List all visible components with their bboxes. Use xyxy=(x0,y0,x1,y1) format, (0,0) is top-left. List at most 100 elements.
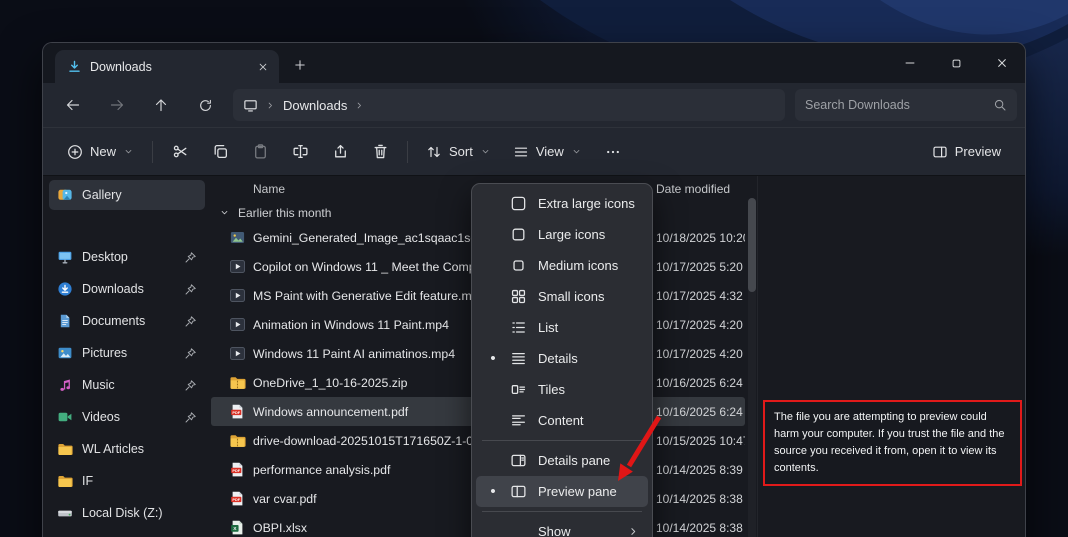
menu-item-label: Show xyxy=(538,524,627,537)
view-menu: Extra large iconsLarge iconsMedium icons… xyxy=(471,183,653,537)
sidebar-item-documents[interactable]: Documents xyxy=(49,306,205,336)
view-icon xyxy=(513,144,529,160)
minimize-button[interactable] xyxy=(887,43,933,83)
view-menu-item-details[interactable]: •Details xyxy=(476,343,648,374)
video-file-icon xyxy=(229,258,246,275)
pin-icon xyxy=(184,283,197,296)
sidebar-item-label: Pictures xyxy=(82,346,127,360)
chevron-down-icon xyxy=(480,146,491,157)
file-date-modified: 10/17/2025 4:20 xyxy=(656,318,745,332)
drive-icon xyxy=(57,505,73,521)
pin-icon xyxy=(184,411,197,424)
search-placeholder: Search Downloads xyxy=(805,98,910,112)
toolbar-separator xyxy=(407,141,408,163)
sidebar-item-videos[interactable]: Videos xyxy=(49,402,205,432)
preview-pane-icon xyxy=(932,144,948,160)
view-menu-item-details-pane[interactable]: Details pane xyxy=(476,445,648,476)
back-button[interactable] xyxy=(51,89,95,121)
downloads-icon xyxy=(57,281,73,297)
view-menu-item-show[interactable]: Show xyxy=(476,516,648,537)
sort-icon xyxy=(426,144,442,160)
file-date-modified: 10/18/2025 10:20 xyxy=(656,231,745,245)
small-icons-icon xyxy=(510,288,527,305)
breadcrumb-location[interactable]: Downloads xyxy=(283,98,347,113)
no-icon xyxy=(510,523,527,537)
cut-button[interactable] xyxy=(161,134,199,170)
view-menu-item-list[interactable]: List xyxy=(476,312,648,343)
image-file-icon xyxy=(229,229,246,246)
sidebar-item-wl-articles[interactable]: WL Articles xyxy=(49,434,205,464)
file-date-modified: 10/14/2025 8:38 xyxy=(656,521,745,535)
more-dots-icon xyxy=(605,144,621,160)
scrollbar[interactable] xyxy=(748,198,756,537)
svg-text:PDF: PDF xyxy=(232,498,240,502)
delete-button[interactable] xyxy=(361,134,399,170)
sidebar-item-gallery[interactable]: Gallery xyxy=(49,180,205,210)
view-menu-item-preview-pane[interactable]: •Preview pane xyxy=(476,476,648,507)
sidebar-item-desktop[interactable]: Desktop xyxy=(49,242,205,272)
sort-button[interactable]: Sort xyxy=(416,134,501,170)
rename-button[interactable] xyxy=(281,134,319,170)
view-button[interactable]: View xyxy=(503,134,592,170)
pin-icon xyxy=(184,379,197,392)
tiles-view-icon xyxy=(510,381,527,398)
menu-item-label: Content xyxy=(538,413,640,428)
sidebar-item-label: Videos xyxy=(82,410,120,424)
sidebar-item-local-disk-z[interactable]: Local Disk (Z:) xyxy=(49,498,205,528)
list-view-icon xyxy=(510,319,527,336)
maximize-button[interactable] xyxy=(933,43,979,83)
new-button[interactable]: New xyxy=(57,134,144,170)
view-menu-item-medium-icons[interactable]: Medium icons xyxy=(476,250,648,281)
forward-button[interactable] xyxy=(95,89,139,121)
sidebar-item-pictures[interactable]: Pictures xyxy=(49,338,205,368)
view-menu-item-small-icons[interactable]: Small icons xyxy=(476,281,648,312)
column-header-date-modified[interactable]: Date modified xyxy=(656,182,730,196)
paste-button[interactable] xyxy=(241,134,279,170)
tab-close-button[interactable] xyxy=(253,57,273,77)
more-options-button[interactable] xyxy=(594,134,632,170)
new-tab-button[interactable] xyxy=(287,52,313,78)
sidebar-item-label: Local Disk (Z:) xyxy=(82,506,163,520)
group-label: Earlier this month xyxy=(238,206,331,220)
command-bar: New Sort View xyxy=(43,127,1025,175)
sidebar-item-downloads[interactable]: Downloads xyxy=(49,274,205,304)
pdf-file-icon: PDF xyxy=(229,403,246,420)
svg-text:PDF: PDF xyxy=(232,469,240,473)
scrollbar-thumb[interactable] xyxy=(748,198,756,292)
screenshot-stage: Downloads Downloads Search Downlo xyxy=(0,0,1068,537)
chevron-right-icon xyxy=(265,100,276,111)
new-label: New xyxy=(90,144,116,159)
gallery-icon xyxy=(57,187,73,203)
copy-button[interactable] xyxy=(201,134,239,170)
menu-item-label: Small icons xyxy=(538,289,640,304)
file-date-modified: 10/16/2025 6:24 xyxy=(656,376,745,390)
tab-downloads[interactable]: Downloads xyxy=(55,50,279,83)
preview-label: Preview xyxy=(955,144,1001,159)
medium-icons-icon xyxy=(510,257,527,274)
sidebar-item-label: Gallery xyxy=(82,188,122,202)
delete-icon xyxy=(372,143,389,160)
up-button[interactable] xyxy=(139,89,183,121)
details-pane-icon xyxy=(510,452,527,469)
sidebar-item-music[interactable]: Music xyxy=(49,370,205,400)
downloads-tab-icon xyxy=(67,59,82,74)
file-date-modified: 10/17/2025 4:32 xyxy=(656,289,745,303)
selected-radio-dot: • xyxy=(476,483,510,500)
view-menu-item-extra-large-icons[interactable]: Extra large icons xyxy=(476,188,648,219)
chevron-down-icon xyxy=(219,207,230,218)
chevron-down-icon xyxy=(123,146,134,157)
menu-item-label: Details pane xyxy=(538,453,640,468)
share-button[interactable] xyxy=(321,134,359,170)
preview-toggle-button[interactable]: Preview xyxy=(922,134,1011,170)
view-menu-item-content[interactable]: Content xyxy=(476,405,648,436)
chevron-down-icon xyxy=(571,146,582,157)
file-date-modified: 10/16/2025 6:24 xyxy=(656,405,745,419)
refresh-button[interactable] xyxy=(183,89,227,121)
sidebar-item-if[interactable]: IF xyxy=(49,466,205,496)
address-bar[interactable]: Downloads xyxy=(233,89,785,121)
close-window-button[interactable] xyxy=(979,43,1025,83)
view-menu-item-large-icons[interactable]: Large icons xyxy=(476,219,648,250)
search-input[interactable]: Search Downloads xyxy=(795,89,1017,121)
sidebar-group-gap xyxy=(45,212,209,242)
view-menu-item-tiles[interactable]: Tiles xyxy=(476,374,648,405)
